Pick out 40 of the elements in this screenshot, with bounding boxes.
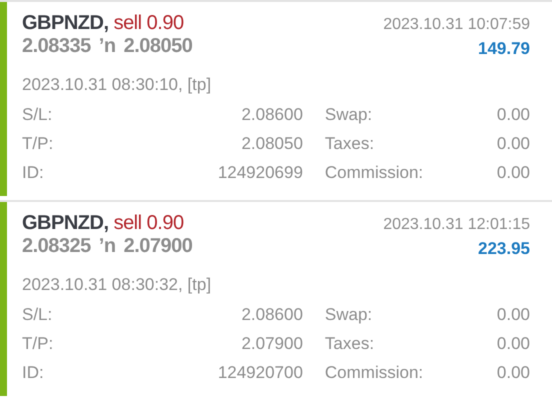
close-price: 2.08050 — [124, 35, 192, 58]
detail-value: 0.00 — [496, 163, 530, 183]
detail-label: Swap: — [324, 305, 374, 325]
open-time: 2023.10.31 08:30:32, [tp] — [22, 275, 212, 295]
detail-label: ID: — [22, 163, 45, 183]
detail-value: 2.07900 — [240, 334, 303, 354]
detail-value: 0.00 — [496, 334, 530, 354]
detail-label: Swap: — [324, 105, 374, 125]
profit-value: 223.95 — [478, 239, 530, 259]
detail-label: T/P: — [22, 134, 54, 154]
detail-label: S/L: — [22, 105, 54, 125]
detail-label: Taxes: — [324, 134, 376, 154]
detail-value: 124920699 — [218, 163, 303, 183]
detail-value: 2.08600 — [240, 105, 303, 125]
detail-value: 0.00 — [496, 305, 530, 325]
open-price: 2.08335 — [22, 35, 91, 58]
detail-value: 2.08050 — [240, 134, 303, 154]
detail-value: 0.00 — [496, 134, 530, 154]
open-price: 2.08325 — [22, 235, 91, 258]
trade-card[interactable]: GBPNZD, sell 0.90 2.08335 ʼn 2.08050 2023.10.31 10:07:59 149.79 2023.10.31 08:30:10, [tp] S/L: 2.08600 Swap: 0.00 T/P: 2.08050 Taxes: 0.00 ID: 124920699 Commission: 0.00 — [0, 0, 552, 196]
close-time: 2023.10.31 10:07:59 — [383, 16, 530, 34]
detail-label: Taxes: — [324, 334, 376, 354]
detail-label: Commission: — [324, 163, 424, 183]
open-time: 2023.10.31 08:30:10, [tp] — [22, 75, 212, 95]
detail-value: 2.08600 — [240, 305, 303, 325]
detail-value: 0.00 — [496, 105, 530, 125]
arrow-glyph: ʼn — [98, 35, 116, 58]
close-price: 2.07900 — [124, 235, 192, 258]
detail-label: T/P: — [22, 334, 54, 354]
trade-card[interactable]: GBPNZD, sell 0.90 2.08325 ʼn 2.07900 2023.10.31 12:01:15 223.95 2023.10.31 08:30:32, [tp] S/L: 2.08600 Swap: 0.00 T/P: 2.07900 Taxes: 0.00 ID: 124920700 Commission: 0.00 — [0, 200, 552, 396]
detail-value: 124920700 — [218, 363, 303, 383]
trade-title: GBPNZD, sell 0.90 — [22, 12, 185, 35]
detail-value: 0.00 — [496, 363, 530, 383]
close-time: 2023.10.31 12:01:15 — [383, 216, 530, 234]
detail-label: Commission: — [324, 363, 424, 383]
detail-label: ID: — [22, 363, 45, 383]
detail-label: S/L: — [22, 305, 54, 325]
trade-title: GBPNZD, sell 0.90 — [22, 212, 185, 235]
arrow-glyph: ʼn — [98, 235, 116, 258]
profit-value: 149.79 — [478, 39, 530, 59]
